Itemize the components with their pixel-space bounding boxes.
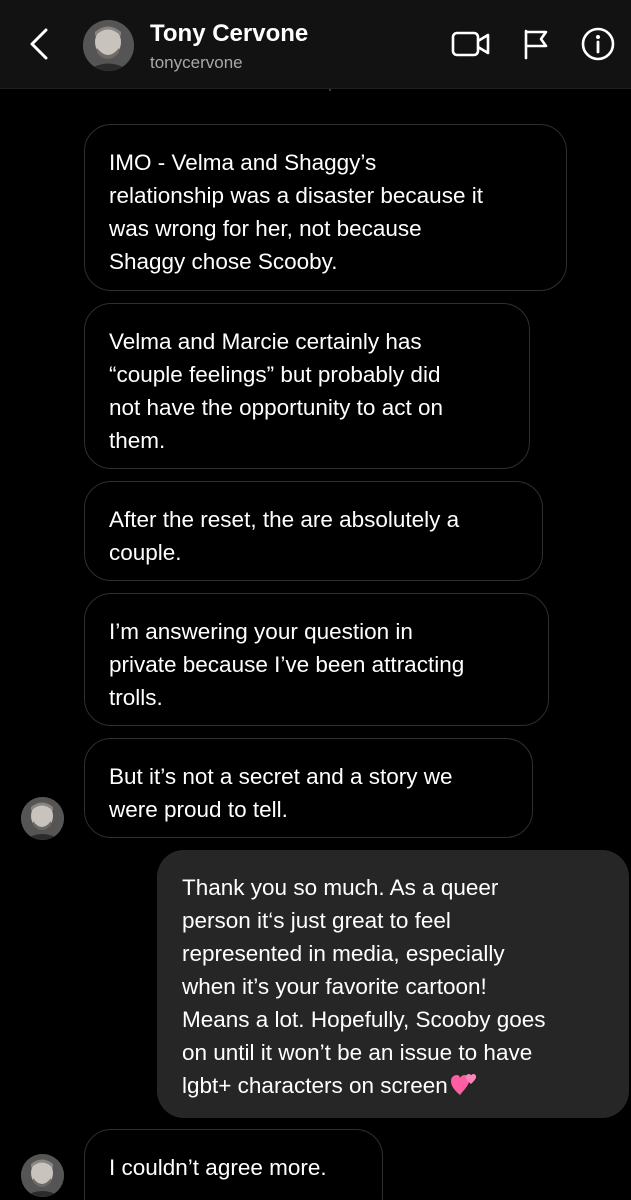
message-line: IMO - Velma and Shaggy’s	[109, 150, 377, 175]
message-line: relationship was a disaster because it	[109, 183, 483, 208]
dm-thread-screen: Tony Cervone tonycervone IMO - Velma and…	[0, 0, 631, 1200]
chat-header: Tony Cervone tonycervone	[0, 0, 631, 89]
flag-icon	[521, 28, 551, 65]
message-bubble-incoming[interactable]: I’m answering your question in private b…	[84, 593, 549, 726]
sender-avatar[interactable]	[21, 797, 64, 840]
message-line: them.	[109, 428, 166, 453]
two-hearts-icon	[450, 1071, 478, 1106]
contact-name: Tony Cervone	[150, 20, 309, 47]
message-line: person it‘s just great to feel	[182, 908, 451, 933]
message-bubble-incoming[interactable]: I couldn’t agree more.	[84, 1129, 383, 1200]
message-line: private because I’ve been attracting	[109, 652, 465, 677]
back-button[interactable]	[22, 26, 56, 66]
message-line: was wrong for her, not because	[109, 216, 422, 241]
message-line: were proud to tell.	[109, 797, 288, 822]
message-line: lgbt+ characters on screen	[182, 1073, 448, 1098]
sender-avatar[interactable]	[21, 1154, 64, 1197]
chevron-left-icon	[29, 27, 49, 66]
message-line-with-emoji: lgbt+ characters on screen	[182, 1069, 605, 1106]
message-bubble-incoming[interactable]: After the reset, the are absolutely a co…	[84, 481, 543, 581]
message-line: Shaggy chose Scooby.	[109, 249, 338, 274]
message-line: Velma and Marcie certainly has	[109, 329, 422, 354]
contact-avatar[interactable]	[83, 20, 134, 71]
message-bubble-incoming[interactable]: IMO - Velma and Shaggy’s relationship wa…	[84, 124, 567, 291]
message-line: represented in media, especially	[182, 941, 505, 966]
info-button[interactable]	[577, 26, 619, 66]
message-line: “couple feelings” but probably did	[109, 362, 441, 387]
contact-handle: tonycervone	[150, 53, 243, 72]
message-line: on until it won’t be an issue to have	[182, 1040, 533, 1065]
message-line: After the reset, the are absolutely a	[109, 507, 460, 532]
video-camera-icon	[451, 29, 491, 64]
message-line: Means a lot. Hopefully, Scooby goes	[182, 1007, 546, 1032]
scroll-marker	[329, 89, 331, 91]
message-bubble-incoming[interactable]: But it’s not a secret and a story we wer…	[84, 738, 533, 838]
message-line: But it’s not a secret and a story we	[109, 764, 453, 789]
message-line: trolls.	[109, 685, 163, 710]
message-line: Thank you so much. As a queer	[182, 875, 499, 900]
message-bubble-outgoing[interactable]: Thank you so much. As a queer person it‘…	[157, 850, 629, 1118]
message-line: when it’s your favorite cartoon!	[182, 974, 487, 999]
message-line: I couldn’t agree more.	[109, 1155, 327, 1180]
message-line: couple.	[109, 540, 182, 565]
message-line: I’m answering your question in	[109, 619, 413, 644]
message-line: not have the opportunity to act on	[109, 395, 443, 420]
contact-title[interactable]: Tony Cervone tonycervone	[150, 18, 308, 75]
video-call-button[interactable]	[450, 26, 492, 66]
report-button[interactable]	[515, 26, 557, 66]
message-bubble-incoming[interactable]: Velma and Marcie certainly has “couple f…	[84, 303, 530, 469]
info-icon	[580, 26, 616, 67]
